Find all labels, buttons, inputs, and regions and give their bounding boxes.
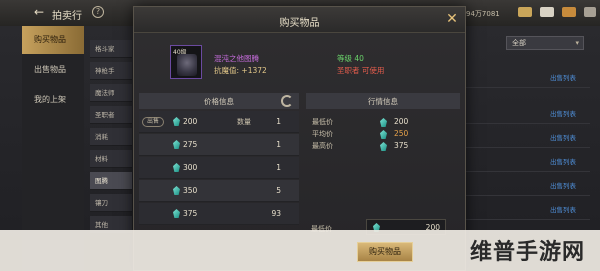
price-value: 300 xyxy=(183,163,198,172)
category-item[interactable]: 格斗家 xyxy=(90,40,132,58)
market-info-header: 行情信息 xyxy=(306,93,460,109)
item-icon[interactable]: 40级 xyxy=(170,45,202,79)
gem-icon xyxy=(173,117,180,126)
back-arrow-icon[interactable]: ← xyxy=(34,6,46,18)
table-row[interactable]: 350 5 xyxy=(139,180,299,202)
market-value: 200 xyxy=(394,117,409,126)
category-item[interactable]: 圣职者 xyxy=(90,106,132,124)
sell-list-link[interactable]: 出售列表 xyxy=(550,180,576,190)
quantity-value: 93 xyxy=(271,209,281,218)
chevron-down-icon: ▾ xyxy=(575,39,579,47)
market-row: 平均价 250 xyxy=(306,129,460,140)
tab-buy-items[interactable]: 购买物品 xyxy=(22,26,84,54)
gem-icon xyxy=(173,186,180,195)
table-row[interactable]: 出售 200 数量 1 xyxy=(139,111,299,133)
price-table-header: 价格信息 xyxy=(139,93,299,109)
category-item[interactable]: 材料 xyxy=(90,150,132,168)
market-value: 375 xyxy=(394,141,409,150)
mail-icon[interactable] xyxy=(540,7,554,17)
buy-button[interactable]: 购买物品 xyxy=(357,242,413,262)
list-item[interactable]: 出售列表 xyxy=(466,150,590,172)
market-info: 行情信息 最低价 200 平均价 250 最高价 375 xyxy=(306,93,460,163)
market-value: 250 xyxy=(394,129,409,138)
tab-my-listings[interactable]: 我的上架 xyxy=(22,86,84,114)
refresh-icon[interactable] xyxy=(281,95,293,107)
quantity-value: 1 xyxy=(276,117,281,126)
dialog-header: 购买物品 ✕ xyxy=(134,7,465,33)
required-level: 等级 40 xyxy=(337,54,364,63)
price-value: 200 xyxy=(183,117,198,126)
gem-icon xyxy=(173,209,180,218)
market-label: 最低价 xyxy=(312,118,333,126)
list-item[interactable]: 出售列表 xyxy=(466,126,590,148)
price-table: 价格信息 出售 200 数量 1 275 1 300 1 350 5 375 9… xyxy=(139,93,299,243)
category-item[interactable]: 神枪手 xyxy=(90,62,132,80)
category-item[interactable]: 图腾 xyxy=(90,172,132,190)
quantity-value: 1 xyxy=(276,140,281,149)
item-stat: 抗魔值: +1372 xyxy=(214,66,267,75)
price-table-title: 价格信息 xyxy=(204,97,234,106)
market-info-title: 行情信息 xyxy=(368,97,398,106)
gem-icon xyxy=(173,140,180,149)
list-item[interactable]: 出售列表 xyxy=(466,198,590,220)
quantity-value: 5 xyxy=(276,186,281,195)
watermark-text: 维普手游网 xyxy=(470,240,586,265)
close-icon[interactable]: ✕ xyxy=(444,11,460,27)
sell-list-link[interactable]: 出售列表 xyxy=(550,72,576,82)
sell-list-link[interactable]: 出售列表 xyxy=(550,204,576,214)
currency-readout: 94万7081 xyxy=(466,10,500,18)
chest-icon[interactable] xyxy=(562,7,576,17)
market-label: 平均价 xyxy=(312,130,333,138)
tab-sell-items[interactable]: 出售物品 xyxy=(22,56,84,84)
table-row[interactable]: 275 1 xyxy=(139,134,299,156)
list-item[interactable]: 出售列表 xyxy=(466,66,590,88)
price-value: 350 xyxy=(183,186,198,195)
category-item[interactable]: 消耗 xyxy=(90,128,132,146)
help-icon[interactable]: ? xyxy=(92,6,104,18)
price-value: 375 xyxy=(183,209,198,218)
gem-icon xyxy=(380,130,387,139)
gem-icon xyxy=(173,163,180,172)
gem-icon xyxy=(380,118,387,127)
sell-list-link[interactable]: 出售列表 xyxy=(550,108,576,118)
quantity-label: 数量 xyxy=(237,118,251,126)
gold-icon[interactable] xyxy=(518,7,532,17)
dialog-title: 购买物品 xyxy=(279,18,320,29)
item-name: 混沌之他图腾 xyxy=(214,54,259,63)
category-item[interactable]: 魔法师 xyxy=(90,84,132,102)
sort-select[interactable]: 全部 ▾ xyxy=(506,36,584,50)
sell-list-link[interactable]: 出售列表 xyxy=(550,132,576,142)
list-item[interactable]: 出售列表 xyxy=(466,174,590,196)
quantity-value: 1 xyxy=(276,163,281,172)
market-label: 最高价 xyxy=(312,142,333,150)
table-row[interactable]: 300 1 xyxy=(139,157,299,179)
sell-list-link[interactable]: 出售列表 xyxy=(550,156,576,166)
market-row: 最低价 200 xyxy=(306,117,460,128)
list-item[interactable]: 出售列表 xyxy=(466,102,590,124)
sort-value: 全部 xyxy=(512,39,526,47)
required-class: 圣职者 可使用 xyxy=(337,66,385,75)
gem-icon xyxy=(380,142,387,151)
totem-icon xyxy=(177,54,197,76)
market-row: 最高价 375 xyxy=(306,141,460,152)
price-value: 275 xyxy=(183,140,198,149)
page-title: 拍卖行 xyxy=(52,11,82,22)
sell-tag: 出售 xyxy=(142,117,164,127)
menu-icon[interactable] xyxy=(584,7,596,17)
category-item[interactable]: 镶刀 xyxy=(90,194,132,212)
table-row[interactable]: 375 93 xyxy=(139,203,299,225)
